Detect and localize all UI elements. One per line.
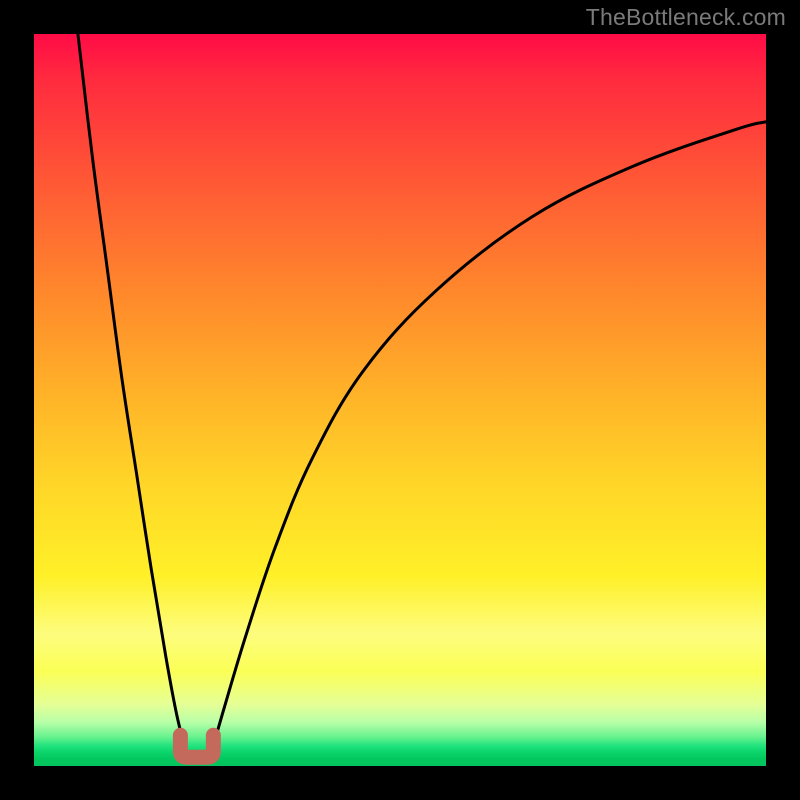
optimal-marker xyxy=(180,735,213,757)
plot-area xyxy=(34,34,766,766)
curve-right-branch xyxy=(210,122,766,759)
chart-svg xyxy=(34,34,766,766)
chart-frame: TheBottleneck.com xyxy=(0,0,800,800)
curve-left-branch xyxy=(78,34,188,759)
watermark-text: TheBottleneck.com xyxy=(586,4,786,31)
